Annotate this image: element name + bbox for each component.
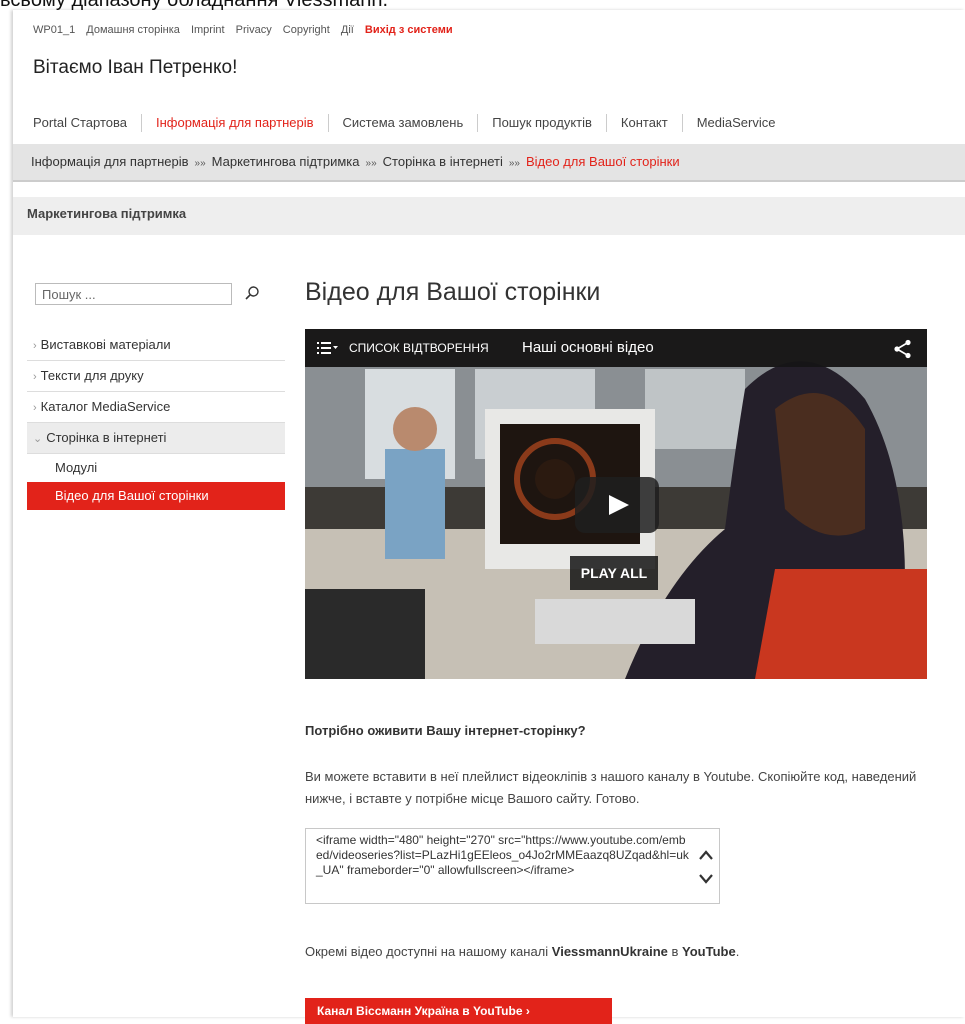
breadcrumb: Інформація для партнерів »» Маркетингова п… [13,144,965,182]
breadcrumb-current: Відео для Вашої сторінки [525,154,680,169]
channel-info-text: Окремі відео доступні на нашому каналі V… [305,944,739,959]
page-title: Відео для Вашої сторінки [305,278,601,306]
home-link[interactable]: Домашня сторінка [86,24,180,36]
chevron-right-icon: › [33,402,37,414]
youtube-word: YouTube [682,944,736,959]
nav-order-system[interactable]: Система замовлень [329,114,479,132]
side-item-label: Виставкові матеріали [40,337,171,352]
side-item-label: Тексти для друку [40,368,144,383]
channel-button-label: Канал Віссманн Україна в YouTube [317,1004,523,1018]
side-item-print-texts[interactable]: › Тексти для друку [27,361,285,392]
youtube-channel-button[interactable]: Канал Віссманн Україна в YouTube › [305,998,612,1024]
video-player[interactable]: СПИСОК ВІДТВОРЕННЯ Наші основні відео PL… [305,329,927,679]
textarea-scroll-arrows[interactable] [697,845,715,889]
nav-portal-start[interactable]: Portal Стартова [33,114,142,132]
nav-mediaservice[interactable]: MediaService [683,114,790,132]
instructions-text: Ви можете вставити в неї плейлист відеок… [305,769,917,806]
side-item-label: Каталог MediaService [40,399,171,414]
side-nav: › Виставкові матеріали › Тексти для друку … [27,330,285,510]
side-item-web-page[interactable]: ⌄ Сторінка в інтернеті [27,423,285,454]
playlist-icon[interactable] [317,341,339,355]
channel-info-suffix: . [735,944,740,959]
privacy-link[interactable]: Privacy [236,24,272,36]
embed-code-textarea[interactable]: <iframe width="480" height="270" src="ht… [305,828,720,904]
play-button[interactable] [575,477,659,533]
section-title: Маркетингова підтримка [27,206,187,221]
nav-product-search[interactable]: Пошук продуктів [478,114,607,132]
play-all-button[interactable]: PLAY ALL [570,556,658,590]
playlist-label[interactable]: СПИСОК ВІДТВОРЕННЯ [349,329,489,367]
breadcrumb-separator: »» [365,158,377,169]
chevron-right-icon: › [33,371,37,383]
breadcrumb-separator: »» [194,158,206,169]
chevron-down-icon: ⌄ [33,433,43,445]
search-input[interactable]: Пошук ... [35,283,232,305]
video-topbar: СПИСОК ВІДТВОРЕННЯ Наші основні відео [305,329,927,367]
side-item-label: Сторінка в інтернеті [46,430,167,445]
copyright-link[interactable]: Copyright [283,24,330,36]
search-icon[interactable] [244,285,260,301]
side-subitem-video[interactable]: Відео для Вашої сторінки [27,482,285,510]
channel-name: ViessmannUkraine [551,944,668,959]
channel-info-mid: в [667,944,683,959]
section-header: Маркетингова підтримка [13,197,965,235]
chevron-right-icon: › [525,1004,530,1018]
main-nav: Portal Стартова Інформація для партнерів С… [33,114,789,132]
breadcrumb-separator: »» [508,158,520,169]
nav-partner-info[interactable]: Інформація для партнерів [142,114,329,132]
utility-bar: WP01_1 Домашня сторінка Imprint Privacy … [33,24,461,36]
side-subitem-modules[interactable]: Модулі [27,454,285,482]
nav-contact[interactable]: Контакт [607,114,683,132]
site-id: WP01_1 [33,24,76,36]
logout-link[interactable]: Вихід з системи [365,24,453,36]
section-subheading: Потрібно оживити Вашу інтернет-сторінку? [305,723,586,738]
channel-info-prefix: Окремі відео доступні на нашому каналі [305,944,552,959]
breadcrumb-item[interactable]: Маркетингова підтримка [212,154,360,169]
video-title[interactable]: Наші основні відео [522,329,654,367]
imprint-link[interactable]: Imprint [191,24,225,36]
side-item-exhibition[interactable]: › Виставкові матеріали [27,330,285,361]
breadcrumb-item[interactable]: Інформація для партнерів [31,154,189,169]
actions-link[interactable]: Дії [341,24,354,36]
play-icon [609,495,629,515]
share-icon[interactable] [893,339,913,359]
breadcrumb-item[interactable]: Сторінка в інтернеті [383,154,503,169]
side-item-catalog[interactable]: › Каталог MediaService [27,392,285,423]
chevron-right-icon: › [33,340,37,352]
welcome-text: Вітаємо Іван Петренко! [33,57,238,78]
